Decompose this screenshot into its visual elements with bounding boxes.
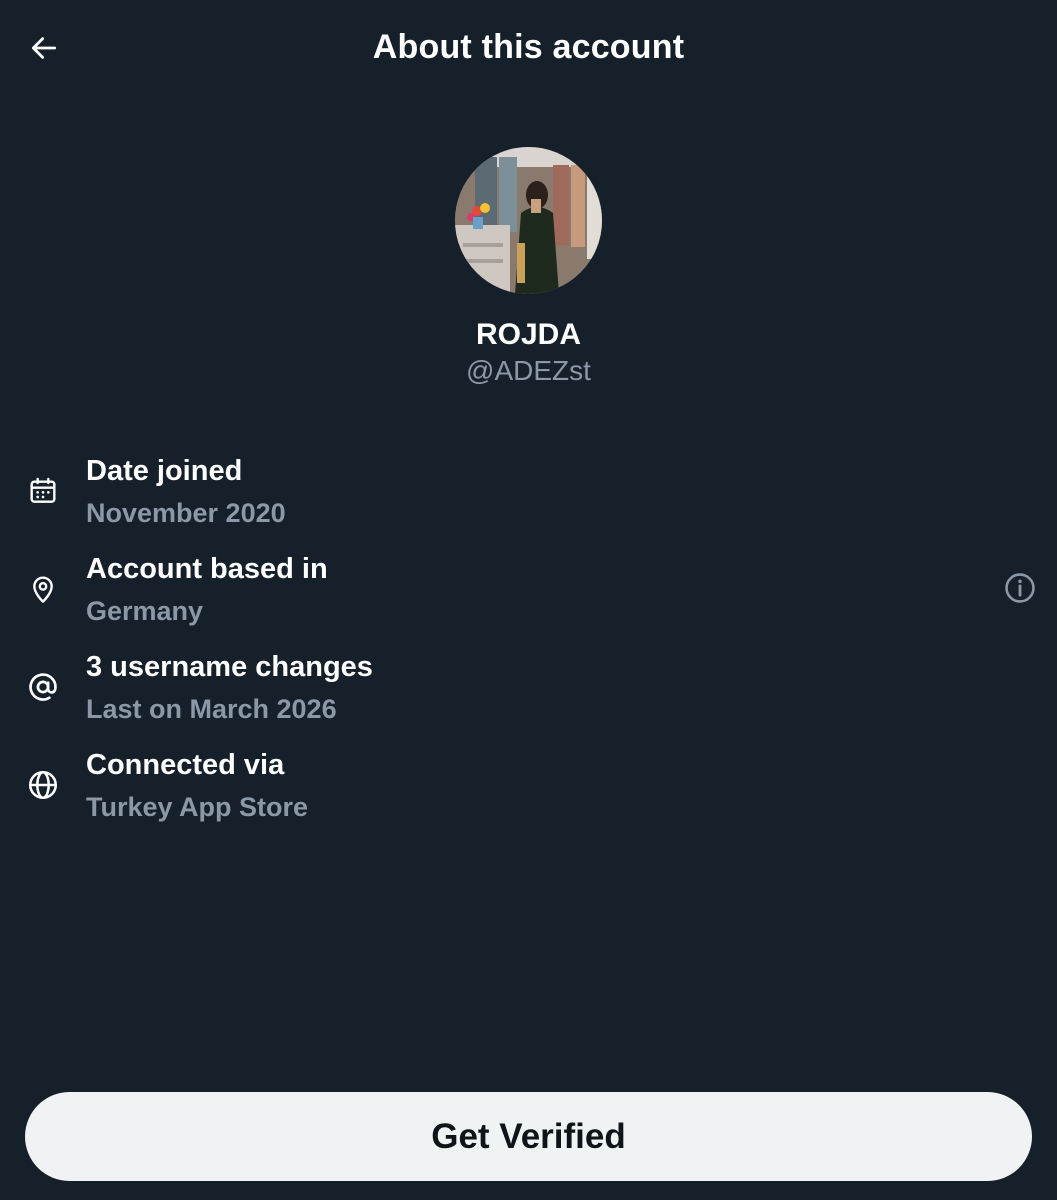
detail-row-username-changes: 3 username changes Last on March 2026: [0, 646, 1057, 736]
detail-title: Connected via: [86, 749, 285, 781]
detail-title: 3 username changes: [86, 651, 373, 683]
detail-row-date-joined: Date joined November 2020: [0, 450, 1057, 540]
get-verified-button[interactable]: Get Verified: [25, 1092, 1032, 1181]
detail-value: Turkey App Store: [86, 792, 309, 822]
detail-value: Last on March 2026: [86, 694, 337, 724]
about-account-page: About this account ROJDA @ADEZst Date jo…: [0, 0, 1057, 1200]
detail-title: Date joined: [86, 455, 243, 487]
detail-row-account-based-in: Account based in Germany: [0, 548, 1057, 638]
avatar[interactable]: [455, 147, 602, 294]
at-sign-icon: [24, 668, 62, 706]
info-button[interactable]: [1001, 571, 1039, 609]
location-pin-icon: [24, 570, 62, 608]
top-bar: About this account: [0, 0, 1057, 100]
detail-value: Germany: [86, 596, 204, 626]
display-name: ROJDA: [475, 318, 581, 351]
info-icon: [1003, 571, 1037, 610]
calendar-icon: [24, 472, 62, 510]
detail-value: November 2020: [86, 498, 286, 528]
globe-icon: [24, 766, 62, 804]
page-title: About this account: [372, 28, 685, 66]
detail-title: Account based in: [86, 553, 328, 585]
detail-row-connected-via: Connected via Turkey App Store: [0, 744, 1057, 834]
username-handle: @ADEZst: [466, 355, 591, 386]
